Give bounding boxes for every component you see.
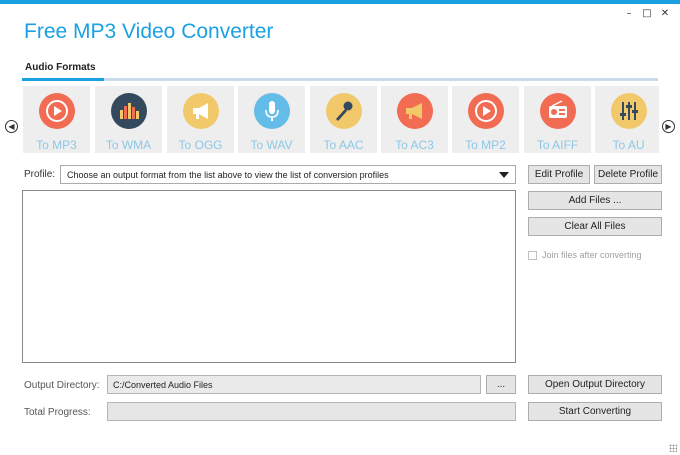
delete-profile-button[interactable]: Delete Profile	[594, 165, 662, 184]
chevron-right-icon: ▶	[665, 121, 672, 131]
minimize-button[interactable]: –	[620, 6, 638, 20]
format-tile-wma[interactable]: To WMA	[95, 86, 162, 153]
tab-active-indicator	[22, 78, 104, 81]
format-label: To MP3	[36, 138, 77, 152]
start-converting-button[interactable]: Start Converting	[528, 402, 662, 421]
join-files-label: Join files after converting	[542, 250, 642, 260]
total-progress-bar	[107, 402, 516, 421]
format-label: To AU	[612, 138, 645, 152]
format-label: To WAV	[250, 138, 293, 152]
play-icon	[39, 93, 75, 129]
close-button[interactable]: ✕	[656, 6, 674, 20]
format-tile-mp3[interactable]: To MP3	[23, 86, 90, 153]
output-directory-label: Output Directory:	[24, 380, 100, 391]
format-carousel: To MP3 To WMA To OGG To WAV To AAC To AC…	[23, 86, 659, 153]
browse-button[interactable]: ...	[486, 375, 516, 394]
format-tile-ogg[interactable]: To OGG	[167, 86, 234, 153]
format-tile-wav[interactable]: To WAV	[238, 86, 305, 153]
bullhorn-icon	[397, 93, 433, 129]
file-list[interactable]	[22, 190, 516, 363]
scroll-right-button[interactable]: ▶	[662, 120, 675, 133]
microphone-icon	[254, 93, 290, 129]
format-label: To AIFF	[536, 138, 579, 152]
join-files-checkbox[interactable]	[528, 250, 537, 260]
output-directory-field[interactable]: C:/Converted Audio Files	[107, 375, 481, 394]
format-tile-au[interactable]: To AU	[595, 86, 659, 153]
add-files-button[interactable]: Add Files ...	[528, 191, 662, 210]
chevron-down-icon	[499, 172, 509, 178]
total-progress-label: Total Progress:	[24, 407, 91, 418]
format-label: To OGG	[178, 138, 223, 152]
format-tile-ac3[interactable]: To AC3	[381, 86, 448, 153]
format-label: To AAC	[323, 138, 364, 152]
app-title: Free MP3 Video Converter	[24, 20, 274, 43]
megaphone-icon	[183, 93, 219, 129]
equalizer-icon	[111, 93, 147, 129]
maximize-button[interactable]: □	[638, 6, 656, 20]
tab-strip	[22, 78, 658, 81]
tab-audio-formats[interactable]: Audio Formats	[25, 62, 96, 73]
radio-icon	[540, 93, 576, 129]
edit-profile-button[interactable]: Edit Profile	[528, 165, 590, 184]
join-files-option[interactable]: Join files after converting	[528, 250, 642, 260]
play-icon	[468, 93, 504, 129]
sliders-icon	[611, 93, 647, 129]
scroll-left-button[interactable]: ◀	[5, 120, 18, 133]
format-label: To MP2	[465, 138, 506, 152]
format-label: To AC3	[395, 138, 434, 152]
resize-grip-icon[interactable]	[669, 444, 677, 452]
mic-icon	[326, 93, 362, 129]
chevron-left-icon: ◀	[8, 121, 15, 131]
profile-label: Profile:	[24, 169, 56, 180]
window-controls: – □ ✕	[620, 6, 674, 20]
profile-dropdown[interactable]: Choose an output format from the list ab…	[60, 165, 516, 184]
format-tile-mp2[interactable]: To MP2	[452, 86, 519, 153]
open-output-directory-button[interactable]: Open Output Directory	[528, 375, 662, 394]
format-tile-aac[interactable]: To AAC	[310, 86, 377, 153]
profile-selected-value: Choose an output format from the list ab…	[67, 170, 389, 180]
format-tile-aiff[interactable]: To AIFF	[524, 86, 591, 153]
accent-bar	[0, 0, 680, 4]
format-label: To WMA	[105, 138, 152, 152]
clear-all-files-button[interactable]: Clear All Files	[528, 217, 662, 236]
